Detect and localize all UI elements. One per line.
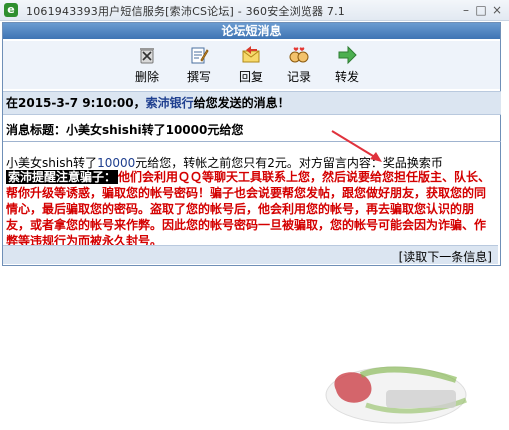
message-panel: 论坛短消息 删除 撰写 回复 记录 转发 在2015-3-7 9:10:00，索… [2,22,501,266]
body-part-1: 小美女shish转了 [6,156,98,170]
close-button[interactable]: × [489,2,505,18]
body-part-2: 元给您，转帐之前您只有2元。对方留言内容：奖品换索币 [135,156,443,170]
warning-tag: 索沛提醒注意骗子： [6,170,119,184]
minimize-button[interactable]: – [458,2,474,18]
panel-title: 论坛短消息 [3,23,500,39]
window-title: 1061943393用户短信服务[索沛CS论坛] - 360安全浏览器 7.1 [26,5,345,18]
message-sender-row: 在2015-3-7 9:10:00，索沛银行给您发送的消息！ [3,91,501,115]
browser-logo-icon: e [4,3,18,17]
next-message-bar: [读取下一条信息] [3,245,498,264]
sent-time-text: 在2015-3-7 9:10:00， [6,96,146,110]
annotation-arrow [331,130,382,162]
compose-label: 撰写 [186,70,211,84]
delete-button[interactable]: 删除 [127,43,167,87]
body-amount: 10000 [97,156,136,170]
read-next-link[interactable]: [读取下一条信息] [399,248,492,265]
message-toolbar: 删除 撰写 回复 记录 转发 [3,41,500,89]
maximize-button[interactable]: □ [473,2,489,18]
sent-suffix-text: 给您发送的消息！ [193,96,290,110]
reply-label: 回复 [238,70,263,84]
delete-icon [140,48,154,64]
reply-button[interactable]: 回复 [231,43,271,87]
browser-window: e 1061943393用户短信服务[索沛CS论坛] - 360安全浏览器 7.… [0,0,509,430]
reply-icon [242,46,260,63]
message-subject: 消息标题：小美女shishi转了10000元给您 [3,119,501,142]
compose-icon [191,47,209,64]
forward-button[interactable]: 转发 [327,43,367,87]
delete-label: 删除 [134,70,159,84]
fraud-warning: 索沛提醒注意骗子： 他们会利用ＱＱ等聊天工具联系上您，然后说要给您担任版主、队长、… [6,169,494,249]
forward-label: 转发 [334,70,359,84]
sender-name[interactable]: 索沛银行 [146,96,194,110]
record-label: 记录 [286,70,311,84]
record-button[interactable]: 记录 [279,43,319,87]
record-icon [289,47,309,63]
forward-icon [338,45,357,65]
compose-button[interactable]: 撰写 [179,43,219,87]
site-watermark-logo [325,366,467,424]
title-bar: e 1061943393用户短信服务[索沛CS论坛] - 360安全浏览器 7.… [0,0,509,21]
